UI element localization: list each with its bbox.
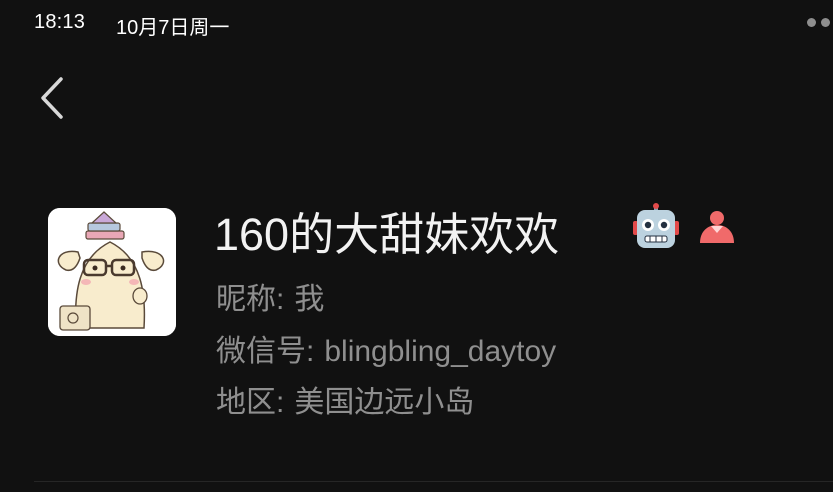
female-icon <box>700 211 734 243</box>
back-button[interactable] <box>34 73 74 123</box>
nickname-value: 我 <box>294 283 325 316</box>
status-date: 10月7日周一 <box>116 17 230 39</box>
status-time: 18:13 <box>34 11 86 33</box>
region-value: 美国边远小岛 <box>294 386 475 419</box>
wechat-id-value[interactable]: blingbling_daytoy <box>324 335 556 368</box>
robot-face-icon <box>633 203 679 248</box>
region-label: 地区: <box>216 386 285 419</box>
nickname-label: 昵称: <box>216 283 285 316</box>
chevron-left-icon <box>41 77 63 119</box>
status-dots-icon <box>807 18 833 30</box>
wechat-id-label: 微信号: <box>216 335 315 368</box>
profile-name: 160的大甜妹欢欢 <box>214 209 560 260</box>
divider <box>34 481 833 482</box>
cartoon-dog-avatar-icon <box>48 208 176 336</box>
status-bar: 18:13 10月7日周一 <box>0 0 833 48</box>
avatar[interactable] <box>48 208 176 336</box>
wechat-id-row: 微信号: blingbling_daytoy <box>216 326 556 370</box>
region-row: 地区: 美国边远小岛 <box>216 377 474 421</box>
nickname-row: 昵称: 我 <box>216 274 324 318</box>
